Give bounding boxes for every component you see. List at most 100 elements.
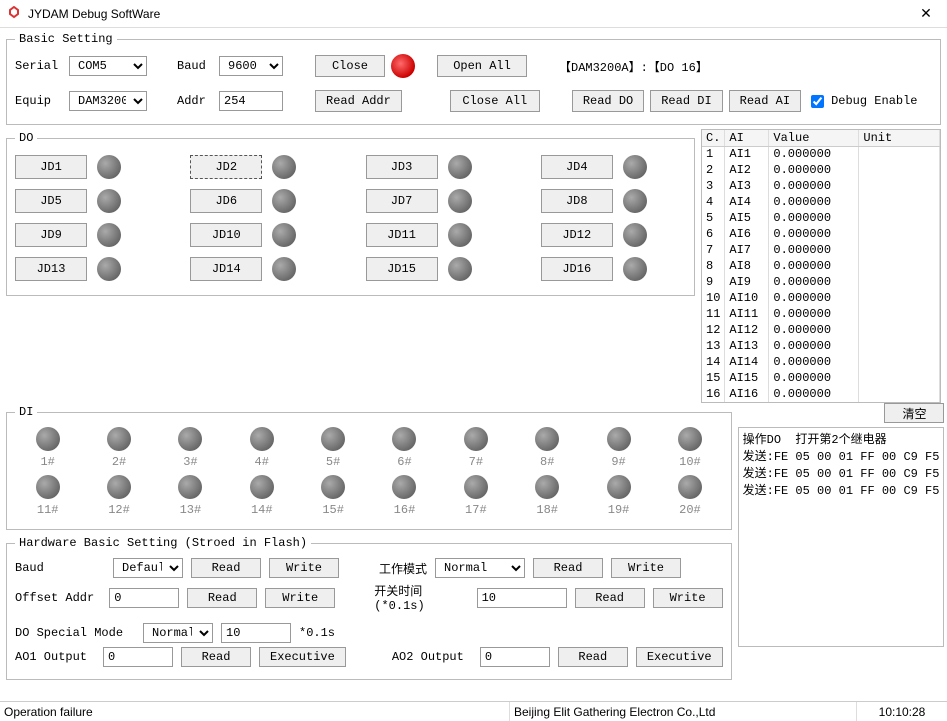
close-port-button[interactable]: Close [315, 55, 385, 77]
di-cell: 10# [663, 427, 716, 469]
hw-offset-read-button[interactable]: Read [187, 588, 257, 608]
ao2-exec-button[interactable]: Executive [636, 647, 723, 667]
hw-offset-label: Offset Addr [15, 591, 101, 605]
window-close-button[interactable]: ✕ [911, 5, 941, 22]
table-row[interactable]: 1AI10.000000 [702, 146, 940, 162]
do-button-jd2[interactable]: JD2 [190, 155, 262, 179]
do-special-label: DO Special Mode [15, 626, 135, 640]
ai-col-unit[interactable]: Unit [859, 130, 940, 146]
do-special-time-input[interactable] [221, 623, 291, 643]
read-di-button[interactable]: Read DI [650, 90, 722, 112]
di-label: 18# [536, 503, 558, 517]
table-row[interactable]: 11AI110.000000 [702, 306, 940, 322]
di-led [178, 427, 202, 451]
do-cell: JD4 [541, 155, 686, 179]
table-row[interactable]: 5AI50.000000 [702, 210, 940, 226]
hw-offset-write-button[interactable]: Write [265, 588, 335, 608]
table-row[interactable]: 13AI130.000000 [702, 338, 940, 354]
di-label: 20# [679, 503, 701, 517]
hw-workmode-read-button[interactable]: Read [533, 558, 603, 578]
table-row[interactable]: 4AI40.000000 [702, 194, 940, 210]
di-label: 2# [112, 455, 126, 469]
table-row[interactable]: 3AI30.000000 [702, 178, 940, 194]
di-label: 5# [326, 455, 340, 469]
di-led [321, 427, 345, 451]
hw-switchtime-input[interactable] [477, 588, 567, 608]
hw-workmode-write-button[interactable]: Write [611, 558, 681, 578]
table-row[interactable]: 14AI140.000000 [702, 354, 940, 370]
read-ai-button[interactable]: Read AI [729, 90, 801, 112]
baud-select[interactable]: 9600 [219, 56, 283, 76]
do-led [272, 155, 296, 179]
do-button-jd3[interactable]: JD3 [366, 155, 438, 179]
window-title: JYDAM Debug SoftWare [28, 7, 911, 21]
debug-enable-input[interactable] [811, 95, 824, 108]
table-row[interactable]: 8AI80.000000 [702, 258, 940, 274]
open-all-button[interactable]: Open All [437, 55, 527, 77]
hw-workmode-select[interactable]: Normal [435, 558, 525, 578]
do-button-jd16[interactable]: JD16 [541, 257, 613, 281]
hardware-setting-legend: Hardware Basic Setting (Stroed in Flash) [15, 536, 311, 550]
ao1-read-button[interactable]: Read [181, 647, 251, 667]
do-button-jd4[interactable]: JD4 [541, 155, 613, 179]
di-led [678, 427, 702, 451]
ao2-input[interactable] [480, 647, 550, 667]
clear-log-button[interactable]: 清空 [884, 403, 944, 423]
read-do-button[interactable]: Read DO [572, 90, 644, 112]
do-button-jd8[interactable]: JD8 [541, 189, 613, 213]
hw-switchtime-read-button[interactable]: Read [575, 588, 645, 608]
table-row[interactable]: 6AI60.000000 [702, 226, 940, 242]
do-button-jd6[interactable]: JD6 [190, 189, 262, 213]
serial-select[interactable]: COM5 [69, 56, 147, 76]
equip-select[interactable]: DAM3200A [69, 91, 147, 111]
do-button-jd12[interactable]: JD12 [541, 223, 613, 247]
do-button-jd10[interactable]: JD10 [190, 223, 262, 247]
ao1-input[interactable] [103, 647, 173, 667]
do-button-jd1[interactable]: JD1 [15, 155, 87, 179]
table-row[interactable]: 9AI90.000000 [702, 274, 940, 290]
do-button-jd7[interactable]: JD7 [366, 189, 438, 213]
do-special-select[interactable]: Normal [143, 623, 213, 643]
ai-col-value[interactable]: Value [769, 130, 859, 146]
ao2-label: AO2 Output [392, 650, 472, 664]
di-led [607, 427, 631, 451]
di-cell: 20# [663, 475, 716, 517]
di-led [250, 475, 274, 499]
ao2-read-button[interactable]: Read [558, 647, 628, 667]
ao1-exec-button[interactable]: Executive [259, 647, 346, 667]
di-led [107, 427, 131, 451]
read-addr-button[interactable]: Read Addr [315, 90, 402, 112]
log-textarea[interactable]: 操作DO 打开第2个继电器 发送:FE 05 00 01 FF 00 C9 F5… [738, 427, 945, 647]
debug-enable-checkbox[interactable]: Debug Enable [807, 92, 917, 111]
addr-input[interactable] [219, 91, 283, 111]
hw-baud-select[interactable]: Default [113, 558, 183, 578]
ai-col-idx[interactable]: C. [702, 130, 725, 146]
do-led [623, 223, 647, 247]
di-cell: 6# [378, 427, 431, 469]
hw-switchtime-label: 开关时间(*0.1s) [374, 582, 468, 613]
close-all-button[interactable]: Close All [450, 90, 540, 112]
table-row[interactable]: 10AI100.000000 [702, 290, 940, 306]
table-row[interactable]: 12AI120.000000 [702, 322, 940, 338]
hw-baud-write-button[interactable]: Write [269, 558, 339, 578]
table-row[interactable]: 7AI70.000000 [702, 242, 940, 258]
hw-offset-input[interactable] [109, 588, 179, 608]
hw-switchtime-write-button[interactable]: Write [653, 588, 723, 608]
do-button-jd15[interactable]: JD15 [366, 257, 438, 281]
table-row[interactable]: 16AI160.000000 [702, 386, 940, 402]
do-button-jd5[interactable]: JD5 [15, 189, 87, 213]
table-row[interactable]: 2AI20.000000 [702, 162, 940, 178]
do-cell: JD11 [366, 223, 511, 247]
do-led [272, 257, 296, 281]
table-row[interactable]: 15AI150.000000 [702, 370, 940, 386]
di-led [178, 475, 202, 499]
do-button-jd11[interactable]: JD11 [366, 223, 438, 247]
do-cell: JD3 [366, 155, 511, 179]
ai-col-name[interactable]: AI [725, 130, 769, 146]
di-label: 4# [255, 455, 269, 469]
hw-baud-read-button[interactable]: Read [191, 558, 261, 578]
do-button-jd13[interactable]: JD13 [15, 257, 87, 281]
di-cell: 16# [378, 475, 431, 517]
do-button-jd14[interactable]: JD14 [190, 257, 262, 281]
do-button-jd9[interactable]: JD9 [15, 223, 87, 247]
